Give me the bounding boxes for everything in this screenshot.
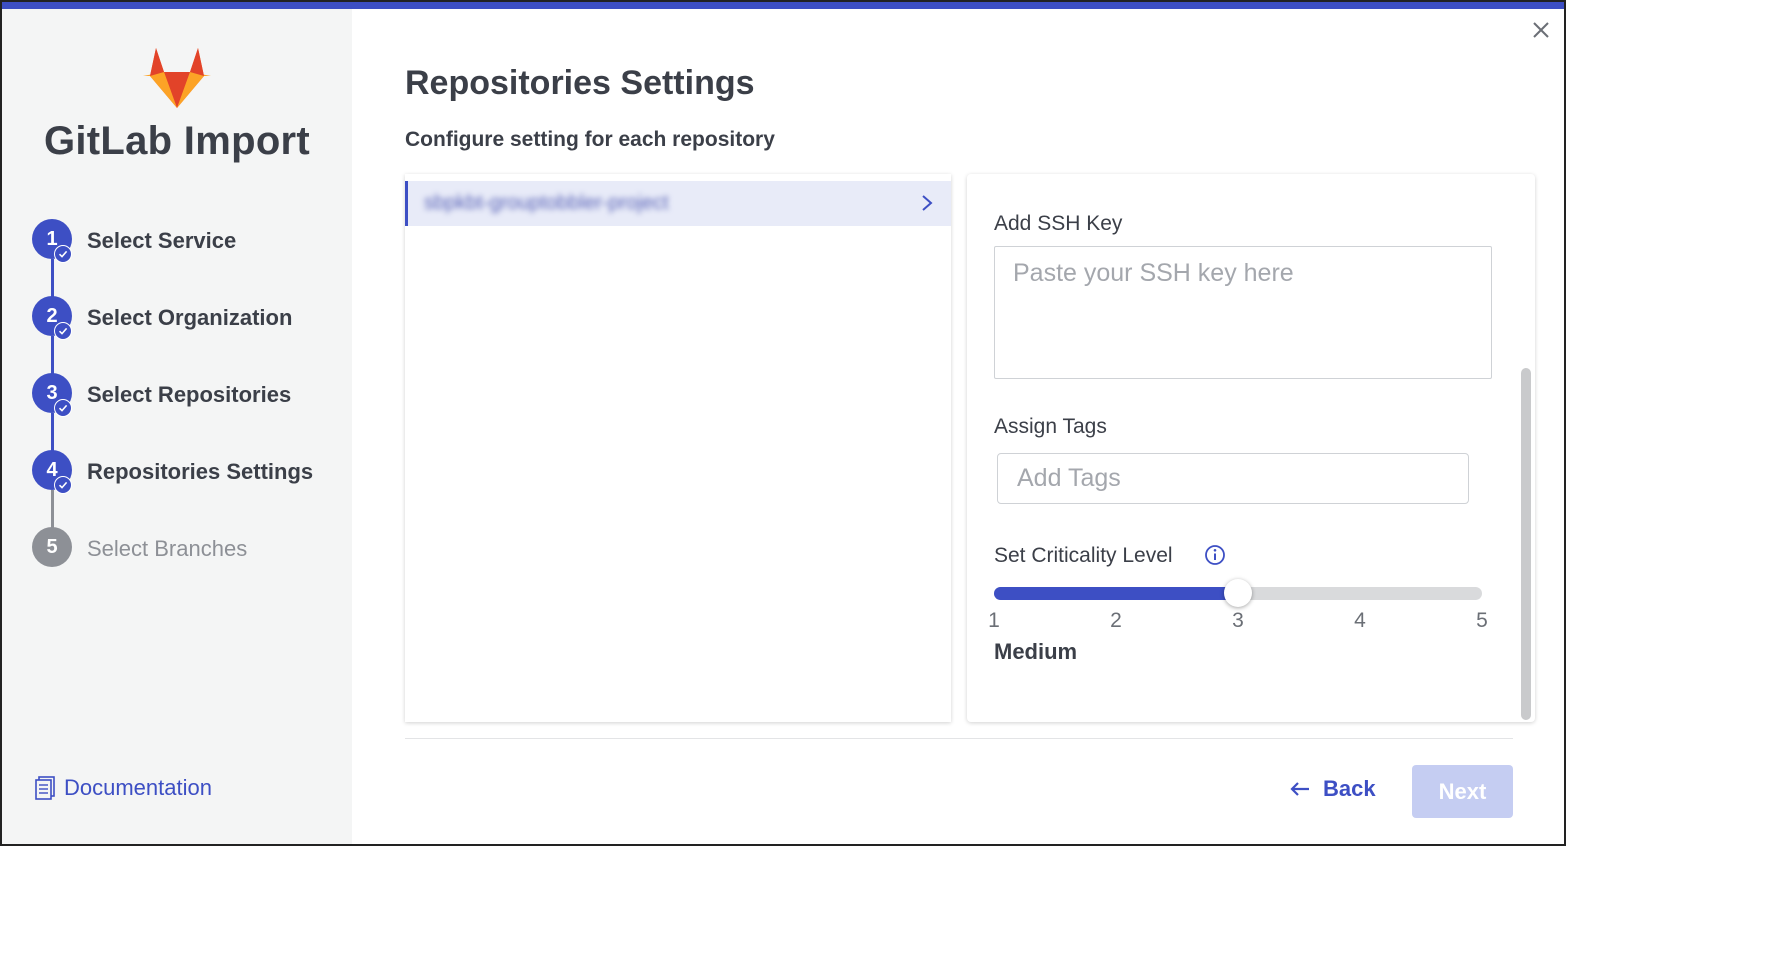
repository-list-item[interactable]: sbpkbt-grouptobbler-project [405, 181, 951, 226]
back-label: Back [1323, 776, 1376, 801]
slider-tick-5: 5 [1476, 609, 1488, 632]
step-label: Select Service [87, 228, 237, 253]
info-icon[interactable] [1204, 544, 1226, 566]
step-select-organization[interactable]: 2 Select Organization [32, 296, 352, 340]
back-button[interactable]: Back [1289, 776, 1376, 802]
arrow-left-icon [1290, 782, 1309, 796]
next-button[interactable]: Next [1412, 765, 1513, 818]
slider-tick-3: 3 [1232, 609, 1244, 632]
ssh-key-label: Add SSH Key [994, 212, 1123, 235]
slider-tick-2: 2 [1110, 609, 1122, 632]
slider-tick-4: 4 [1354, 609, 1366, 632]
step-connector [51, 259, 54, 299]
page-title: Repositories Settings [405, 64, 755, 102]
app-title: GitLab Import [43, 119, 311, 163]
import-dialog: GitLab Import 1 Select Service 2 Select … [0, 0, 1566, 846]
documentation-link[interactable]: Documentation [34, 775, 212, 801]
step-repositories-settings[interactable]: 4 Repositories Settings [32, 450, 352, 494]
step-label: Select Repositories [87, 382, 292, 407]
check-icon [54, 245, 72, 263]
repository-settings-panel: Add SSH Key Assign Tags Set Criticality … [967, 174, 1535, 722]
step-label: Select Branches [87, 536, 248, 561]
ssh-key-input[interactable] [994, 246, 1492, 379]
top-accent-bar [2, 2, 1564, 9]
check-icon [54, 322, 72, 340]
criticality-slider-thumb[interactable] [1224, 579, 1252, 607]
gitlab-logo [143, 48, 211, 108]
step-number: 5 [32, 527, 72, 567]
step-label: Repositories Settings [87, 459, 314, 484]
repository-name: sbpkbt-grouptobbler-project [424, 192, 669, 214]
step-select-repositories[interactable]: 3 Select Repositories [32, 373, 352, 417]
check-icon [54, 399, 72, 417]
assign-tags-label: Assign Tags [994, 415, 1107, 438]
step-select-service[interactable]: 1 Select Service [32, 219, 352, 263]
step-connector [51, 413, 54, 453]
criticality-slider-fill [994, 587, 1238, 600]
criticality-label: Set Criticality Level [994, 544, 1173, 567]
sidebar: GitLab Import 1 Select Service 2 Select … [2, 9, 352, 844]
step-label: Select Organization [87, 305, 293, 330]
document-icon [35, 776, 55, 800]
documentation-label: Documentation [64, 775, 212, 800]
tags-input[interactable] [997, 453, 1469, 504]
chevron-right-icon [922, 195, 933, 211]
repository-list: sbpkbt-grouptobbler-project [405, 174, 951, 722]
page-subtitle: Configure setting for each repository [405, 128, 775, 151]
step-connector [51, 336, 54, 376]
slider-tick-1: 1 [988, 609, 1000, 632]
step-select-branches: 5 Select Branches [32, 527, 352, 567]
check-icon [54, 476, 72, 494]
footer-divider [405, 738, 1513, 739]
settings-scrollbar[interactable] [1521, 368, 1531, 720]
step-connector [51, 490, 54, 530]
close-icon[interactable] [1530, 19, 1552, 41]
criticality-level-text: Medium [994, 639, 1078, 664]
